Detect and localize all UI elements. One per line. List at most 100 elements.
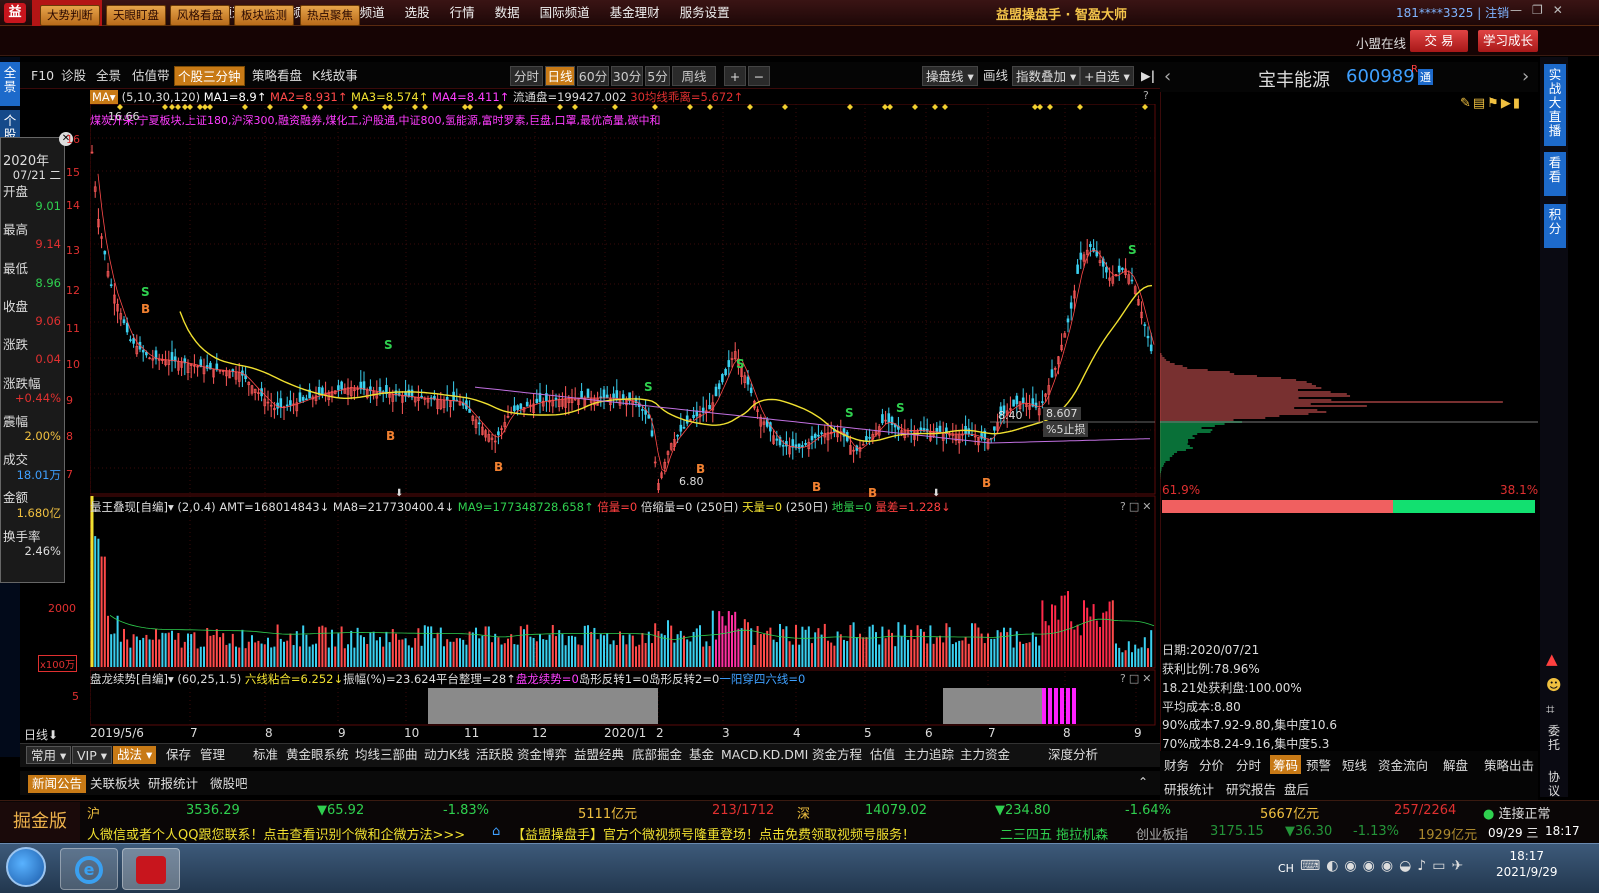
indicator-tab-8[interactable]: 益盟经典	[574, 746, 624, 764]
quick-button-1[interactable]: 天眼盯盘	[106, 5, 166, 26]
indicator-tab-16[interactable]: 深度分析	[1048, 746, 1098, 764]
prev-stock-icon[interactable]: ‹	[1164, 66, 1171, 87]
indicator-tab-10[interactable]: 基金	[689, 746, 714, 764]
common-dropdown[interactable]: 常用 ▾	[26, 746, 72, 764]
indicator-tab-9[interactable]: 底部掘金	[632, 746, 682, 764]
menu-item-10[interactable]: 服务设置	[670, 0, 740, 26]
chart-tool-1[interactable]: 诊股	[58, 66, 89, 86]
chart-tool-4[interactable]: 个股三分钟	[174, 66, 245, 86]
news-tab-1[interactable]: 关联板块	[90, 775, 140, 793]
right-tab-1[interactable]: 分价	[1199, 755, 1224, 774]
indicator-tab-11[interactable]: MACD.KD.DMI	[721, 746, 808, 764]
right-tab2-2[interactable]: 盘后	[1284, 779, 1309, 798]
watchlist-dropdown[interactable]: +自选 ▾	[1080, 66, 1134, 86]
zoom-in-button[interactable]: +	[724, 66, 746, 86]
user-icon[interactable]: ☻	[1546, 676, 1562, 694]
panel-controls-icon[interactable]: ?□✕	[1120, 500, 1154, 513]
home-icon[interactable]: ⌂	[492, 824, 500, 839]
index-overlay-dropdown[interactable]: 指数叠加 ▾	[1012, 66, 1081, 86]
tab-entrust[interactable]: 委托	[1548, 724, 1562, 752]
news-item-2[interactable]: 【益盟操盘手】官方个微视频号隆重登场！点击免费领取视频号服务！	[512, 824, 915, 843]
next-stock-icon[interactable]: ›	[1522, 66, 1529, 87]
online-service[interactable]: 小盟在线	[1356, 33, 1406, 52]
window-controls[interactable]: —❐✕	[1510, 3, 1573, 17]
right-tab-4[interactable]: 预警	[1306, 755, 1331, 774]
tab-agreement[interactable]: 协议	[1548, 770, 1562, 798]
sz-value[interactable]: 14079.02	[865, 803, 927, 818]
news-tab-0[interactable]: 新闻公告	[28, 775, 87, 793]
tray-icons[interactable]: ⌨◐◉◉◉◒♪▭✈	[1300, 858, 1469, 874]
indicator-tab-3[interactable]: 黄金眼系统	[286, 746, 349, 764]
menu-item-6[interactable]: 行情	[440, 0, 485, 26]
indicator-tab-12[interactable]: 资金方程	[812, 746, 862, 764]
menu-item-5[interactable]: 选股	[395, 0, 440, 26]
period-tab-3[interactable]: 30分	[611, 66, 643, 86]
right-tab-5[interactable]: 短线	[1342, 755, 1367, 774]
vip-dropdown[interactable]: VIP ▾	[72, 746, 113, 764]
right-tab-3[interactable]: 筹码	[1270, 755, 1302, 774]
indicator-tab-0[interactable]: 保存	[166, 746, 191, 764]
volume-indicator-name[interactable]: 量王叠现[自编]	[90, 499, 168, 515]
user-id[interactable]: 181****3325	[1396, 6, 1473, 20]
tab-live[interactable]: 实战大直播	[1544, 64, 1566, 146]
chart-tool-3[interactable]: 估值带	[129, 66, 173, 86]
crop-icon[interactable]: ⌗	[1546, 700, 1554, 718]
chart-tool-5[interactable]: 策略看盘	[249, 66, 305, 86]
news-item-3[interactable]: 二三四五 拖拉机森	[1000, 824, 1108, 843]
language-indicator[interactable]: CH	[1278, 862, 1294, 875]
tab-watch[interactable]: 看看	[1544, 152, 1566, 196]
right-tab2-0[interactable]: 研报统计	[1164, 779, 1214, 798]
indicator-tab-2[interactable]: 标准	[253, 746, 278, 764]
right-tab-0[interactable]: 财务	[1164, 755, 1189, 774]
indicator-tab-5[interactable]: 动力K线	[424, 746, 470, 764]
period-tab-4[interactable]: 5分	[645, 66, 670, 86]
tab-stock[interactable]: 个股	[0, 110, 20, 142]
quick-button-0[interactable]: 大势判断	[40, 5, 100, 26]
period-tab-2[interactable]: 60分	[577, 66, 609, 86]
user-account[interactable]: 181****3325 | 注销	[1396, 4, 1509, 21]
period-tab-5[interactable]: 周线	[672, 66, 716, 86]
menu-item-7[interactable]: 数据	[485, 0, 530, 26]
alert-icon[interactable]: ▲	[1546, 650, 1558, 668]
indicator-tab-15[interactable]: 主力资金	[960, 746, 1010, 764]
period-tab-0[interactable]: 分时	[510, 66, 543, 86]
minimize-icon[interactable]: —	[1510, 3, 1532, 17]
collapse-icon[interactable]: ▶|	[1138, 66, 1158, 86]
collapse-up-icon[interactable]: ⌃	[1138, 775, 1148, 789]
panlong-indicator-name[interactable]: 盘龙续势[自编]	[90, 671, 168, 687]
indicator-tab-1[interactable]: 管理	[200, 746, 225, 764]
chart-tool-6[interactable]: K线故事	[309, 66, 361, 86]
indicator-tab-7[interactable]: 资金博弈	[517, 746, 567, 764]
quick-button-2[interactable]: 风格看盘	[170, 5, 230, 26]
right-tab-8[interactable]: 策略出击	[1484, 755, 1534, 774]
panel2-controls-icon[interactable]: ?□✕	[1120, 672, 1154, 685]
restore-icon[interactable]: ❐	[1532, 3, 1553, 17]
news-tab-3[interactable]: 微股吧	[210, 775, 248, 793]
strategy-dropdown[interactable]: 战法 ▾	[113, 746, 157, 764]
zoom-out-button[interactable]: −	[748, 66, 770, 86]
indicator-tab-14[interactable]: 主力追踪	[904, 746, 954, 764]
news-item-1[interactable]: 人微信或者个人QQ跟您联系！点击查看识别个微和企微方法>>>	[87, 824, 465, 843]
quick-button-4[interactable]: 热点聚焦	[300, 5, 360, 26]
tab-points[interactable]: 积分	[1544, 204, 1566, 248]
kline-chart[interactable]: BBB BB BBSSSSS SS⬇ ⬇	[90, 104, 1158, 744]
learn-button[interactable]: 学习成长	[1478, 30, 1538, 52]
quick-button-3[interactable]: 板块监测	[234, 5, 294, 26]
right-tab-6[interactable]: 资金流向	[1378, 755, 1428, 774]
ie-taskbar-icon[interactable]: e	[60, 848, 118, 890]
trade-button[interactable]: 交 易	[1410, 30, 1468, 52]
period-tab-1[interactable]: 日线	[545, 66, 575, 86]
sh-value[interactable]: 3536.29	[186, 803, 240, 818]
right-tab2-1[interactable]: 研究报告	[1226, 779, 1276, 798]
period-selector[interactable]: 日线⬇	[24, 726, 58, 743]
chart-tool-2[interactable]: 全景	[93, 66, 124, 86]
close-icon[interactable]: ✕	[1553, 3, 1573, 17]
logout-link[interactable]: 注销	[1485, 6, 1509, 20]
indicator-tab-13[interactable]: 估值	[870, 746, 895, 764]
right-tab-2[interactable]: 分时	[1236, 755, 1261, 774]
ma-dropdown[interactable]: MA▾	[90, 90, 118, 104]
menu-item-9[interactable]: 基金理财	[600, 0, 670, 26]
start-button[interactable]	[6, 847, 46, 887]
taskbar-clock[interactable]: 18:17 2021/9/29	[1496, 848, 1558, 880]
indicator-tab-6[interactable]: 活跃股	[476, 746, 514, 764]
